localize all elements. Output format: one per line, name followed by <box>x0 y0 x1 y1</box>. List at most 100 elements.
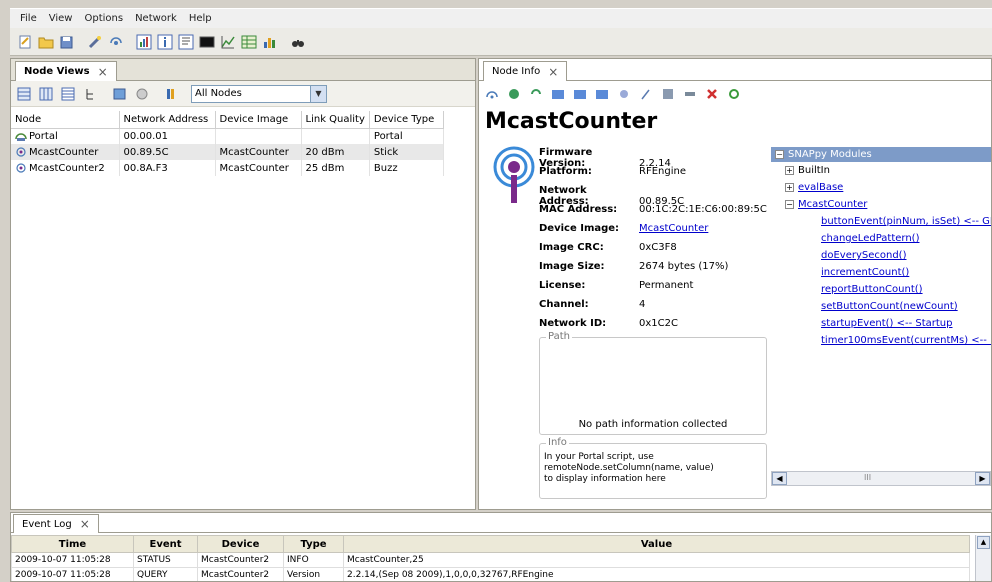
tree-function[interactable]: setButtonCount(newCount) <box>821 301 958 312</box>
binoculars-icon[interactable] <box>289 33 307 51</box>
tab-node-views[interactable]: Node Views × <box>15 61 117 81</box>
column-header-type[interactable]: Type <box>283 535 344 553</box>
table-row[interactable]: McastCounter 00.89.5C McastCounter 20 dB… <box>11 144 444 160</box>
view-list-icon[interactable] <box>37 85 55 103</box>
close-icon[interactable]: × <box>548 65 558 79</box>
menu-file[interactable]: File <box>14 10 43 28</box>
scroll-left-icon[interactable]: ◀ <box>772 472 787 485</box>
table-row[interactable]: McastCounter2 00.8A.F3 McastCounter 25 d… <box>11 160 444 176</box>
tree-function[interactable]: reportButtonCount() <box>821 284 923 295</box>
tree-node-snappy-modules[interactable]: − SNAPpy Modules <box>771 147 991 162</box>
collapse-icon[interactable]: − <box>785 199 794 209</box>
tree-function[interactable]: changeLedPattern() <box>821 233 919 244</box>
tree-node-builtin[interactable]: + BuiltIn <box>785 165 830 176</box>
tree-function[interactable]: timer100msEvent(currentMs) <-- 100 <box>821 335 991 346</box>
field-image-size: Image Size: 2674 bytes (17%) <box>539 261 729 272</box>
field-network-id: Network ID: 0x1C2C <box>539 318 678 329</box>
table-row[interactable]: Portal 00.00.01 Portal <box>11 128 444 144</box>
column-header-device-type[interactable]: Device Type <box>369 111 444 129</box>
view-table-icon[interactable] <box>59 85 77 103</box>
expand-icon[interactable]: + <box>785 182 794 192</box>
scroll-right-icon[interactable]: ▶ <box>975 472 990 485</box>
upload-script-icon[interactable] <box>571 85 589 103</box>
table-row[interactable]: 2009-10-07 11:05:28 QUERY McastCounter2 … <box>11 567 970 581</box>
upload-icon[interactable] <box>549 85 567 103</box>
node-views-icon[interactable] <box>135 33 153 51</box>
tree-node-evalbase[interactable]: + evalBase <box>785 182 843 193</box>
wand-icon[interactable] <box>86 33 104 51</box>
field-license: License: Permanent <box>539 280 694 291</box>
field-channel: Channel: 4 <box>539 299 646 310</box>
script-icon[interactable] <box>177 33 195 51</box>
grid-icon[interactable] <box>240 33 258 51</box>
table-row[interactable]: 2009-10-07 11:05:28 STATUS McastCounter2… <box>11 552 970 568</box>
field-mac-address: MAC Address: 00:1C:2C:1E:C6:00:89:5C <box>539 204 767 215</box>
column-header-device[interactable]: Device <box>197 535 284 553</box>
tree-function[interactable]: incrementCount() <box>821 267 909 278</box>
device-icon[interactable] <box>659 85 677 103</box>
open-folder-icon[interactable] <box>37 33 55 51</box>
column-header-time[interactable]: Time <box>11 535 134 553</box>
link-icon[interactable] <box>725 85 743 103</box>
column-header-value[interactable]: Value <box>343 535 970 553</box>
terminal-icon[interactable] <box>198 33 216 51</box>
menu-network[interactable]: Network <box>129 10 183 28</box>
node-info-panel: Node Info × McastCounter Firmware Versio… <box>478 58 992 510</box>
ping-icon[interactable] <box>505 85 523 103</box>
column-header-event[interactable]: Event <box>133 535 198 553</box>
portal-app-window: File View Options Network Help Node View… <box>0 0 992 582</box>
chart-icon[interactable] <box>219 33 237 51</box>
node-table: Node Network Address Device Image Link Q… <box>11 111 444 176</box>
scroll-thumb[interactable]: III <box>864 473 871 482</box>
erase-icon[interactable] <box>593 85 611 103</box>
column-header-node[interactable]: Node <box>11 111 120 129</box>
refresh-icon[interactable] <box>527 85 545 103</box>
close-icon[interactable]: × <box>98 65 108 79</box>
node-views-toolbar: All Nodes ▼ <box>11 81 475 107</box>
path-message: No path information collected <box>578 419 728 430</box>
field-platform: Platform: RFEngine <box>539 166 686 177</box>
column-header-device-image[interactable]: Device Image <box>215 111 302 129</box>
tab-node-info[interactable]: Node Info × <box>483 61 568 81</box>
node-filter-select[interactable]: All Nodes ▼ <box>191 84 327 103</box>
broadcast-icon[interactable] <box>483 85 501 103</box>
tab-event-log[interactable]: Event Log × <box>13 514 99 533</box>
tree-horizontal-scrollbar[interactable]: ◀ III ▶ <box>771 471 991 486</box>
gear-icon[interactable] <box>615 85 633 103</box>
device-image-link[interactable]: McastCounter <box>639 223 708 234</box>
broadcast-icon[interactable] <box>107 33 125 51</box>
bar-chart-icon[interactable] <box>261 33 279 51</box>
scroll-up-icon[interactable]: ▲ <box>977 536 990 549</box>
expand-icon[interactable]: + <box>785 165 794 175</box>
close-icon[interactable]: × <box>80 517 90 531</box>
node-radio-icon <box>15 162 27 173</box>
menu-view[interactable]: View <box>43 10 79 28</box>
event-log-vertical-scrollbar[interactable]: ▲ <box>975 535 991 581</box>
menu-bar: File View Options Network Help <box>10 8 992 28</box>
ping-icon[interactable] <box>133 85 151 103</box>
menu-help[interactable]: Help <box>183 10 218 28</box>
view-tree-icon[interactable] <box>81 85 99 103</box>
view-details-icon[interactable] <box>15 85 33 103</box>
chevron-down-icon[interactable]: ▼ <box>310 85 326 102</box>
node-info-icon[interactable] <box>156 33 174 51</box>
column-header-network-address[interactable]: Network Address <box>119 111 216 129</box>
tree-function[interactable]: buttonEvent(pinNum, isSet) <-- GPIN <box>821 216 991 227</box>
columns-icon[interactable] <box>163 85 181 103</box>
new-icon[interactable] <box>16 33 34 51</box>
disconnect-icon[interactable] <box>681 85 699 103</box>
collapse-icon[interactable]: − <box>775 149 784 159</box>
menu-options[interactable]: Options <box>78 10 129 28</box>
tree-function[interactable]: doEverySecond() <box>821 250 907 261</box>
node-radio-icon <box>15 146 27 157</box>
info-message: In your Portal script, use remoteNode.se… <box>544 452 714 484</box>
column-header-link-quality[interactable]: Link Quality <box>301 111 370 129</box>
delete-icon[interactable] <box>703 85 721 103</box>
tree-node-mcastcounter[interactable]: − McastCounter <box>785 199 867 210</box>
path-group: Path No path information collected <box>539 331 767 435</box>
save-icon[interactable] <box>58 33 76 51</box>
tree-function[interactable]: startupEvent() <-- Startup <box>821 318 953 329</box>
snappy-module-tree: − SNAPpy Modules + BuiltIn + evalBase − Mcas… <box>771 147 991 509</box>
probe-icon[interactable] <box>637 85 655 103</box>
refresh-nodes-icon[interactable] <box>111 85 129 103</box>
